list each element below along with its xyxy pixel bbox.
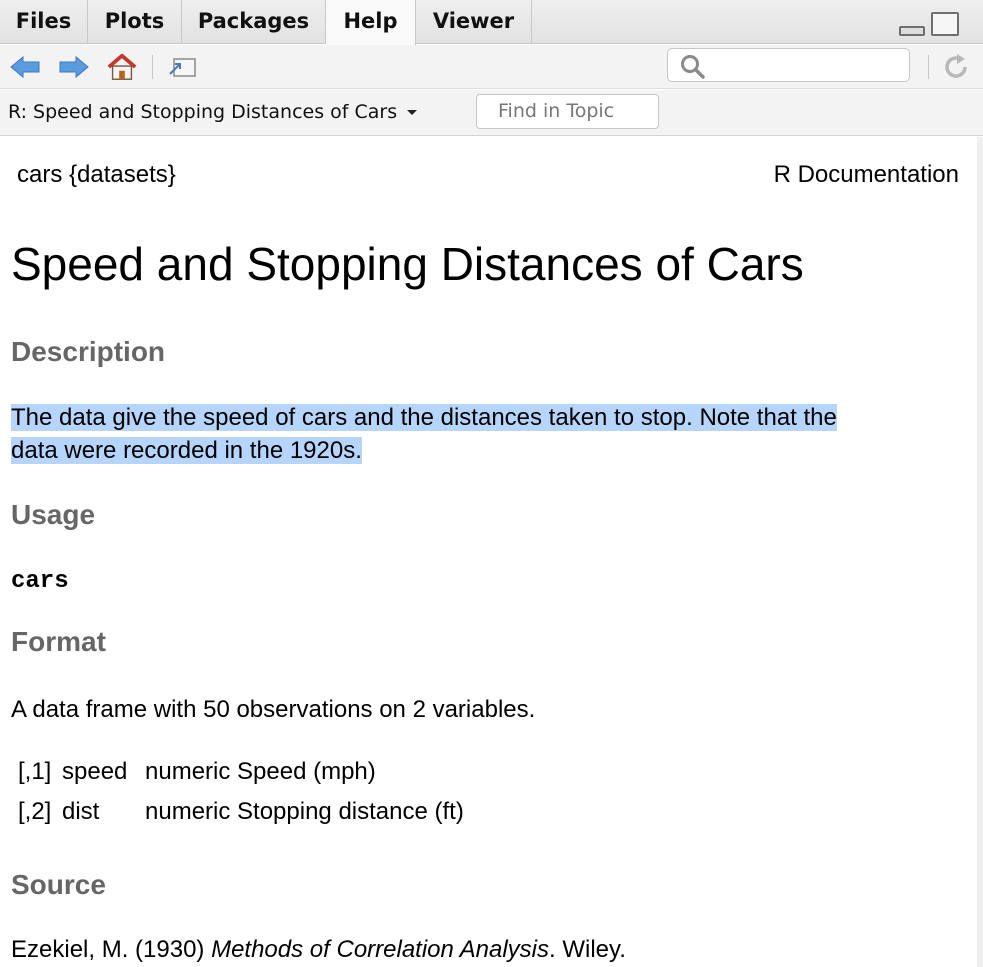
source-author: Ezekiel, M. (1930)	[11, 936, 205, 963]
source-publisher: . Wiley.	[549, 936, 626, 963]
popout-window-icon	[169, 58, 196, 77]
format-description: numeric Speed (mph)	[145, 758, 376, 785]
package-label: cars {datasets}	[17, 161, 176, 188]
topic-title-label: R: Speed and Stopping Distances of Cars	[8, 101, 398, 123]
tab-plots[interactable]: Plots	[88, 0, 182, 44]
selected-text: The data give the speed of cars and the …	[11, 404, 837, 431]
format-variable: speed	[62, 758, 128, 785]
tab-help[interactable]: Help	[326, 0, 416, 45]
tab-packages[interactable]: Packages	[182, 0, 326, 44]
maximize-pane-button[interactable]	[931, 12, 959, 36]
format-description: numeric Stopping distance (ft)	[145, 798, 464, 825]
pane-tab-bar: Files Plots Packages Help Viewer	[0, 0, 983, 45]
format-index: [,1]	[18, 758, 52, 785]
toolbar-separator	[152, 55, 153, 79]
topic-bar: R: Speed and Stopping Distances of Cars …	[0, 90, 983, 136]
home-button[interactable]	[106, 51, 138, 83]
back-button[interactable]	[9, 51, 41, 83]
help-search-input[interactable]	[667, 48, 910, 82]
format-text: A data frame with 50 observations on 2 v…	[11, 696, 536, 723]
forward-button[interactable]	[58, 51, 90, 83]
search-icon	[681, 55, 705, 79]
find-in-topic-input[interactable]: Find in Topic	[476, 94, 659, 129]
format-index: [,2]	[18, 798, 52, 825]
source-text: Ezekiel, M. (1930) Methods of Correlatio…	[11, 933, 961, 966]
scrollbar-track[interactable]	[977, 137, 983, 967]
usage-code: cars	[11, 568, 69, 595]
home-icon	[107, 53, 137, 80]
format-variable: dist	[62, 798, 100, 825]
tab-viewer[interactable]: Viewer	[416, 0, 532, 44]
chevron-down-icon	[407, 110, 418, 115]
source-heading: Source	[11, 869, 106, 900]
selected-text: data were recorded in the 1920s.	[11, 437, 362, 464]
toolbar-separator	[928, 55, 929, 79]
pane-window-controls	[899, 12, 965, 38]
r-documentation-label: R Documentation	[773, 161, 959, 188]
format-heading: Format	[11, 626, 106, 657]
source-book-title: Methods of Correlation Analysis	[211, 936, 550, 963]
refresh-icon	[945, 54, 967, 78]
arrow-left-icon	[10, 55, 40, 79]
help-toolbar	[0, 45, 983, 89]
tab-files[interactable]: Files	[0, 0, 88, 44]
popout-button[interactable]	[166, 51, 198, 83]
description-heading: Description	[11, 336, 166, 367]
description-text: The data give the speed of cars and the …	[11, 401, 961, 467]
page-title: Speed and Stopping Distances of Cars	[11, 238, 804, 290]
topic-dropdown[interactable]: R: Speed and Stopping Distances of Cars	[8, 101, 418, 123]
refresh-button[interactable]	[940, 51, 972, 83]
arrow-right-icon	[59, 55, 89, 79]
usage-heading: Usage	[11, 499, 96, 530]
minimize-pane-button[interactable]	[899, 26, 925, 36]
help-document: cars {datasets} R Documentation Speed an…	[0, 137, 983, 967]
